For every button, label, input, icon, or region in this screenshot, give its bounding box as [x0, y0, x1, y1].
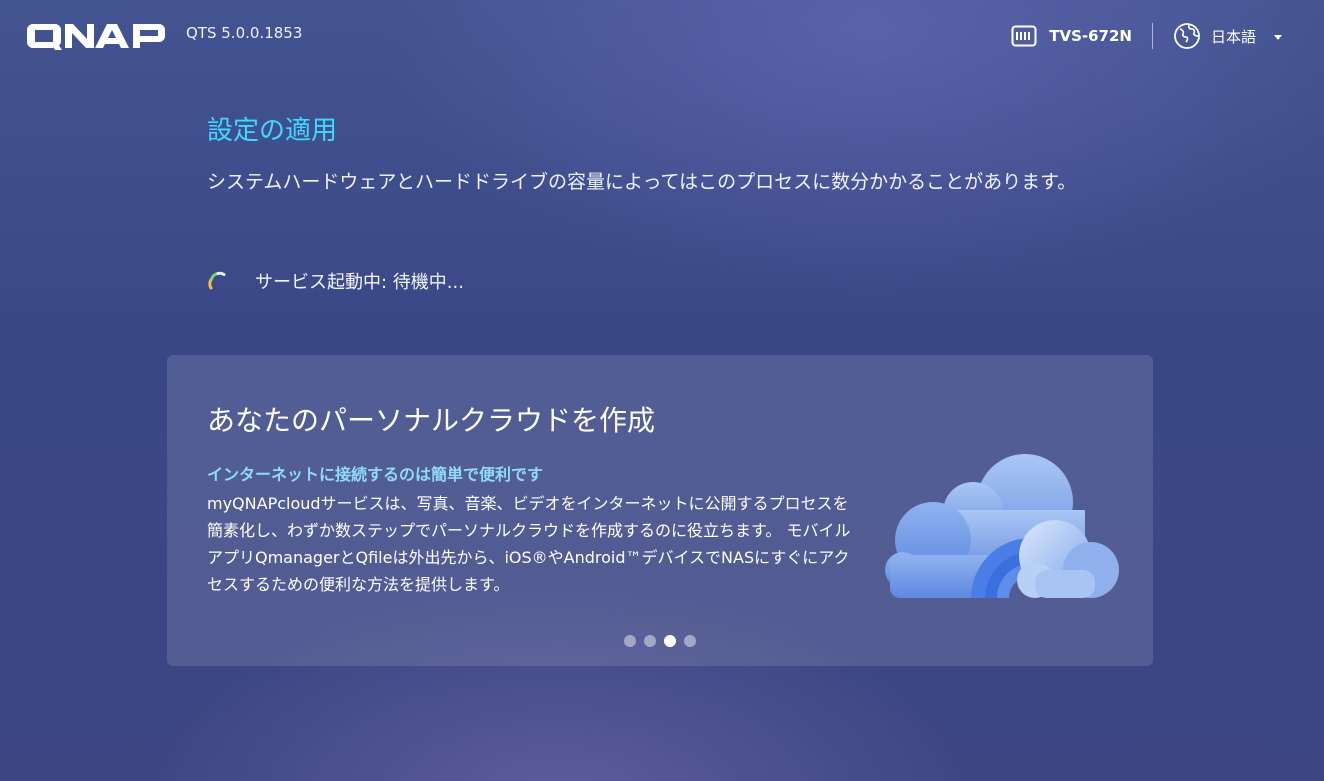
promo-card: あなたのパーソナルクラウドを作成 インターネットに接続するのは簡単で便利です m… — [167, 355, 1153, 666]
language-selector[interactable]: 日本語 — [1173, 22, 1282, 50]
carousel-dot-2[interactable] — [644, 635, 656, 647]
card-subtitle: インターネットに接続するのは簡単で便利です — [207, 465, 544, 484]
globe-icon — [1174, 23, 1200, 49]
carousel-dot-4[interactable] — [684, 635, 696, 647]
header-divider — [1151, 23, 1153, 49]
card-title: あなたのパーソナルクラウドを作成 — [207, 404, 656, 437]
cloud-illustration — [885, 454, 1119, 598]
status-row: サービス起動中: 待機中... — [207, 268, 464, 294]
carousel-dot-1[interactable] — [624, 635, 636, 647]
loading-spinner-icon — [208, 271, 226, 290]
carousel-indicator — [167, 635, 1153, 647]
device-name: TVS-672N — [1049, 27, 1132, 45]
firmware-version: QTS 5.0.0.1853 — [186, 24, 303, 42]
language-label: 日本語 — [1210, 27, 1256, 46]
chevron-down-icon — [1274, 34, 1282, 40]
carousel-dot-3[interactable] — [664, 635, 676, 647]
qnap-logo — [27, 24, 165, 50]
card-body: myQNAPcloudサービスは、写真、音楽、ビデオをインターネットに公開するプ… — [207, 494, 851, 594]
header-toolbar: TVS-672N 日本語 — [1011, 22, 1282, 50]
page-title: 設定の適用 — [207, 116, 338, 146]
nas-device-icon — [1011, 25, 1037, 47]
process-description: システムハードウェアとハードドライブの容量によってはこのプロセスに数分かかること… — [207, 171, 1077, 193]
status-text: サービス起動中: 待機中... — [255, 272, 464, 293]
